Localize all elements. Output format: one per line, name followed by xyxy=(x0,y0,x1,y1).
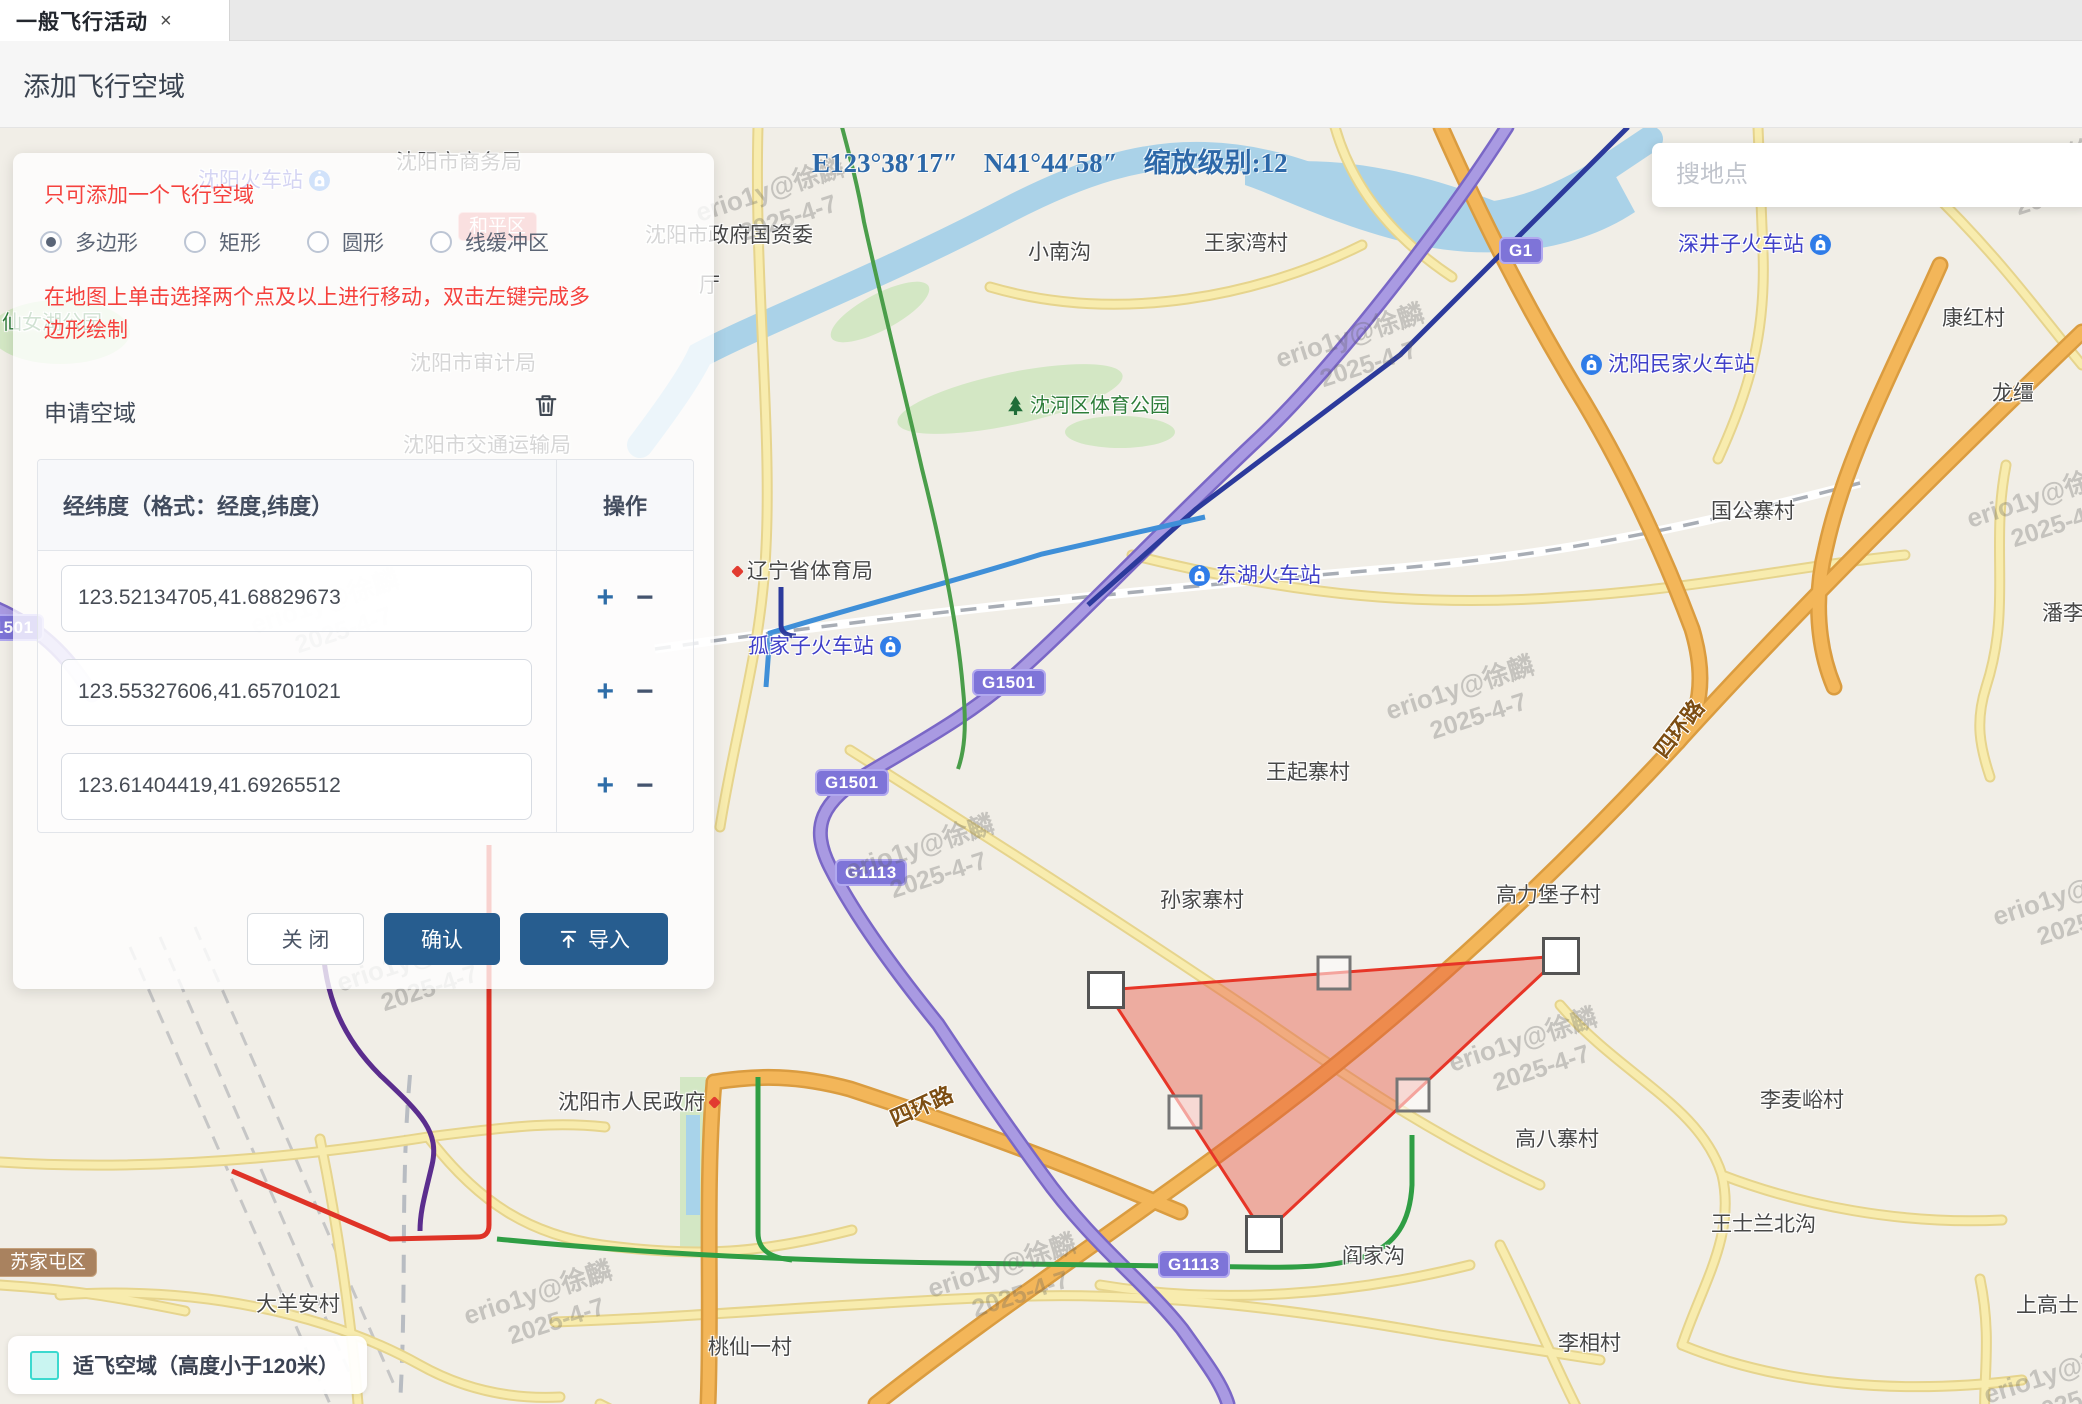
polygon-vertex-handle[interactable] xyxy=(1087,971,1125,1009)
radio-dot xyxy=(46,237,56,247)
coordinate-row: +− xyxy=(38,645,693,739)
operations-cell: +− xyxy=(556,645,693,739)
trash-icon xyxy=(532,391,560,419)
column-header-operations: 操作 xyxy=(556,460,693,550)
single-airspace-notice: 只可添加一个飞行空域 xyxy=(44,179,254,209)
remove-point-button[interactable]: − xyxy=(636,677,654,707)
page-header: 添加飞行空域 xyxy=(0,41,2082,128)
radio-icon xyxy=(184,231,206,253)
shape-option-label: 圆形 xyxy=(342,227,384,257)
coordinate-table-header: 经纬度（格式：经度,纬度） 操作 xyxy=(38,460,693,551)
remove-point-button[interactable]: − xyxy=(636,771,654,801)
polygon-vertex-handle[interactable] xyxy=(1542,937,1580,975)
shape-option-label: 多边形 xyxy=(75,227,138,257)
coordinate-cell xyxy=(38,739,556,833)
polygon-midpoint-handle[interactable] xyxy=(1317,956,1352,991)
draw-instruction: 在地图上单击选择两个点及以上进行移动，双击左键完成多边形绘制 xyxy=(44,281,600,347)
tab-close-icon[interactable]: × xyxy=(160,11,172,31)
coordinate-row: +− xyxy=(38,739,693,833)
shape-option-矩形[interactable]: 矩形 xyxy=(184,227,261,257)
import-button-label: 导入 xyxy=(588,924,630,954)
panel-actions: 关 闭 确认 导入 xyxy=(247,913,668,965)
page-title: 添加飞行空域 xyxy=(23,65,185,104)
coordinate-rows: +−+−+− xyxy=(38,551,693,833)
coordinate-table: 经纬度（格式：经度,纬度） 操作 +−+−+− xyxy=(37,459,694,833)
column-header-coordinates: 经纬度（格式：经度,纬度） xyxy=(38,460,556,550)
tab-general-flight-activity[interactable]: 一般飞行活动 × xyxy=(0,0,230,41)
upload-icon xyxy=(558,929,579,950)
coordinate-cell xyxy=(38,645,556,739)
confirm-button[interactable]: 确认 xyxy=(384,913,500,965)
delete-airspace-button[interactable] xyxy=(531,391,561,421)
coordinate-input[interactable] xyxy=(61,659,532,726)
shape-option-label: 线缓冲区 xyxy=(465,227,549,257)
coordinate-input[interactable] xyxy=(61,753,532,820)
operations-cell: +− xyxy=(556,739,693,833)
add-point-button[interactable]: + xyxy=(596,677,614,707)
place-search-box xyxy=(1652,143,2082,207)
polygon-vertex-handle[interactable] xyxy=(1245,1215,1283,1253)
coordinate-cell xyxy=(38,551,556,645)
place-search-input[interactable] xyxy=(1652,143,2082,207)
tab-title: 一般飞行活动 xyxy=(16,6,148,36)
add-point-button[interactable]: + xyxy=(596,771,614,801)
shape-option-label: 矩形 xyxy=(219,227,261,257)
polygon-midpoint-handle[interactable] xyxy=(1168,1095,1203,1130)
applied-airspace-title: 申请空域 xyxy=(44,394,136,428)
coordinate-row: +− xyxy=(38,551,693,645)
shape-option-圆形[interactable]: 圆形 xyxy=(307,227,384,257)
flight-activity-app: 一般飞行活动 × 添加飞行空域 xyxy=(0,0,2082,1404)
polygon-midpoint-handle[interactable] xyxy=(1396,1078,1431,1113)
radio-icon xyxy=(307,231,329,253)
add-airspace-panel: 只可添加一个飞行空域 多边形 矩形 圆形 线缓冲区 在地图上单击选择两个点及以上进行移… xyxy=(13,153,714,989)
operations-cell: +− xyxy=(556,551,693,645)
radio-icon xyxy=(430,231,452,253)
close-button[interactable]: 关 闭 xyxy=(247,913,364,965)
tab-bar: 一般飞行活动 × xyxy=(0,0,2082,41)
shape-option-线缓冲区[interactable]: 线缓冲区 xyxy=(430,227,549,257)
shape-option-多边形[interactable]: 多边形 xyxy=(40,227,138,257)
import-button[interactable]: 导入 xyxy=(520,913,668,965)
shape-type-options: 多边形 矩形 圆形 线缓冲区 xyxy=(40,227,549,257)
radio-icon xyxy=(40,231,62,253)
coordinate-input[interactable] xyxy=(61,565,532,632)
add-point-button[interactable]: + xyxy=(596,583,614,613)
remove-point-button[interactable]: − xyxy=(636,583,654,613)
